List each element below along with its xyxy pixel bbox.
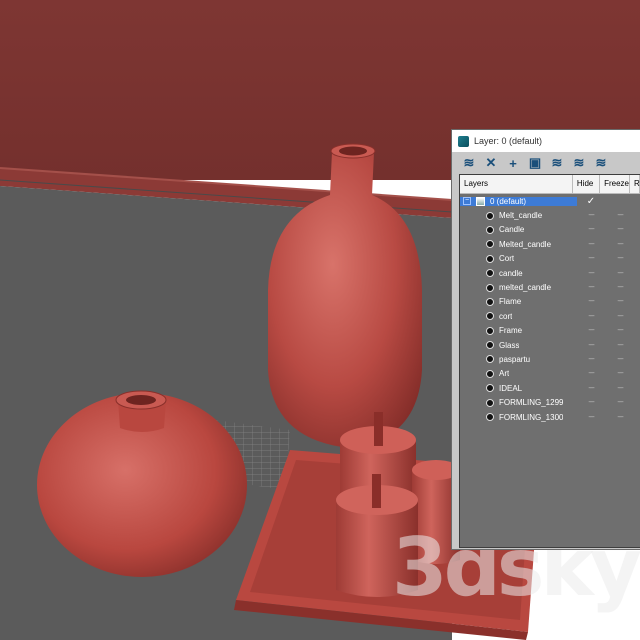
object-teapot-icon xyxy=(486,341,494,350)
add-to-layer-icon[interactable]: + xyxy=(504,154,522,172)
layer-explorer-window[interactable]: Layer: 0 (default) ≋ ✕ + ▣ ≋ ≋ ≋ Layers … xyxy=(451,129,640,550)
object-row[interactable]: Glass ---- ---- xyxy=(460,338,640,352)
freeze-toggle[interactable]: ---- xyxy=(605,298,635,305)
layer-stack-icon xyxy=(476,196,485,206)
window-title: Layer: 0 (default) xyxy=(474,136,543,146)
hide-toggle[interactable]: ---- xyxy=(577,414,605,421)
object-name: FORMLING_1299 xyxy=(499,398,564,408)
object-teapot-icon xyxy=(486,369,494,378)
object-name: Melt_candle xyxy=(499,211,543,221)
object-row[interactable]: Melt_candle ---- ---- xyxy=(460,208,640,222)
object-name: Frame xyxy=(499,326,523,336)
object-row[interactable]: Cort ---- ---- xyxy=(460,252,640,266)
object-row[interactable]: FORMLING_1300 ---- ---- xyxy=(460,410,640,424)
object-teapot-icon xyxy=(486,355,494,364)
object-name: Candle xyxy=(499,225,525,235)
object-name: melted_candle xyxy=(499,283,552,293)
object-row[interactable]: candle ---- ---- xyxy=(460,266,640,280)
freeze-toggle[interactable]: ---- xyxy=(605,385,635,392)
layer-toolbar: ≋ ✕ + ▣ ≋ ≋ ≋ xyxy=(452,152,640,174)
freeze-toggle[interactable]: ---- xyxy=(605,241,635,248)
freeze-toggle[interactable]: ---- xyxy=(605,414,635,421)
object-name: Glass xyxy=(499,340,520,350)
column-freeze[interactable]: Freeze xyxy=(600,175,630,193)
object-teapot-icon xyxy=(486,326,494,335)
highlight-layer-icon[interactable]: ≋ xyxy=(548,154,566,172)
object-name: IDEAL xyxy=(499,383,523,393)
hide-toggle[interactable]: ---- xyxy=(577,385,605,392)
hide-toggle[interactable]: ---- xyxy=(577,327,605,334)
object-row[interactable]: melted_candle ---- ---- xyxy=(460,280,640,294)
object-name: Art xyxy=(499,369,510,379)
freeze-toggle[interactable]: ---- xyxy=(605,270,635,277)
freeze-toggle[interactable]: ---- xyxy=(605,255,635,262)
freeze-toggle[interactable]: ---- xyxy=(605,342,635,349)
object-row[interactable]: Candle ---- ---- xyxy=(460,223,640,237)
freeze-toggle[interactable]: ---- xyxy=(605,356,635,363)
object-teapot-icon xyxy=(486,240,494,249)
layer-row-default[interactable]: − 0 (default) ✓ xyxy=(460,194,640,208)
hide-toggle[interactable]: ---- xyxy=(577,270,605,277)
object-teapot-icon xyxy=(486,269,494,278)
hide-toggle[interactable]: ---- xyxy=(577,399,605,406)
hide-toggle[interactable]: ---- xyxy=(577,313,605,320)
object-teapot-icon xyxy=(486,297,494,306)
freeze-all-layers-icon[interactable]: ≋ xyxy=(592,154,610,172)
hide-toggle[interactable]: ---- xyxy=(577,212,605,219)
object-teapot-icon xyxy=(486,254,494,263)
object-teapot-icon xyxy=(486,398,494,407)
app-logo-icon xyxy=(458,135,469,147)
object-name: paspartu xyxy=(499,354,531,364)
object-teapot-icon xyxy=(486,384,494,393)
select-objects-icon[interactable]: ▣ xyxy=(526,154,544,172)
freeze-toggle[interactable]: ---- xyxy=(605,327,635,334)
object-teapot-icon xyxy=(486,312,494,321)
object-row[interactable]: Art ---- ---- xyxy=(460,367,640,381)
hide-toggle[interactable]: ---- xyxy=(577,284,605,291)
object-name: Cort xyxy=(499,254,515,264)
freeze-toggle[interactable]: ---- xyxy=(605,284,635,291)
object-row[interactable]: FORMLING_1299 ---- ---- xyxy=(460,395,640,409)
hide-all-layers-icon[interactable]: ≋ xyxy=(570,154,588,172)
window-titlebar[interactable]: Layer: 0 (default) xyxy=(452,130,640,152)
freeze-toggle[interactable]: ---- xyxy=(605,370,635,377)
freeze-toggle[interactable]: ---- xyxy=(605,399,635,406)
hide-toggle[interactable]: ---- xyxy=(577,356,605,363)
layer-name: 0 (default) xyxy=(490,196,527,206)
freeze-toggle[interactable]: ---- xyxy=(605,313,635,320)
object-teapot-icon xyxy=(486,413,494,422)
hide-toggle[interactable]: ---- xyxy=(577,370,605,377)
hide-toggle[interactable]: ---- xyxy=(577,255,605,262)
object-name: FORMLING_1300 xyxy=(499,412,564,422)
object-row[interactable]: Frame ---- ---- xyxy=(460,324,640,338)
delete-layer-icon[interactable]: ✕ xyxy=(482,154,500,172)
object-name: candle xyxy=(499,268,523,278)
hide-toggle[interactable]: ---- xyxy=(577,226,605,233)
layer-list[interactable]: Layers Hide Freeze R − 0 (default) ✓ Mel… xyxy=(459,174,640,548)
column-render[interactable]: R xyxy=(630,175,640,193)
hide-toggle[interactable]: ---- xyxy=(577,241,605,248)
object-teapot-icon xyxy=(486,211,494,220)
object-teapot-icon xyxy=(486,283,494,292)
object-name: Flame xyxy=(499,297,522,307)
object-row[interactable]: Melted_candle ---- ---- xyxy=(460,237,640,251)
object-row[interactable]: paspartu ---- ---- xyxy=(460,352,640,366)
freeze-toggle[interactable]: ---- xyxy=(605,212,635,219)
column-hide[interactable]: Hide xyxy=(573,175,601,193)
column-layers[interactable]: Layers xyxy=(460,175,573,193)
freeze-toggle[interactable]: ---- xyxy=(605,226,635,233)
object-name: Melted_candle xyxy=(499,239,552,249)
collapse-icon[interactable]: − xyxy=(463,197,471,206)
object-row[interactable]: IDEAL ---- ---- xyxy=(460,381,640,395)
hide-toggle[interactable]: ---- xyxy=(577,342,605,349)
object-row[interactable]: Flame ---- ---- xyxy=(460,295,640,309)
hide-toggle[interactable]: ---- xyxy=(577,298,605,305)
column-header: Layers Hide Freeze R xyxy=(460,175,640,194)
create-layer-icon[interactable]: ≋ xyxy=(460,154,478,172)
object-name: cort xyxy=(499,311,513,321)
active-layer-checkmark-icon[interactable]: ✓ xyxy=(577,196,605,207)
object-teapot-icon xyxy=(486,225,494,234)
object-row[interactable]: cort ---- ---- xyxy=(460,309,640,323)
